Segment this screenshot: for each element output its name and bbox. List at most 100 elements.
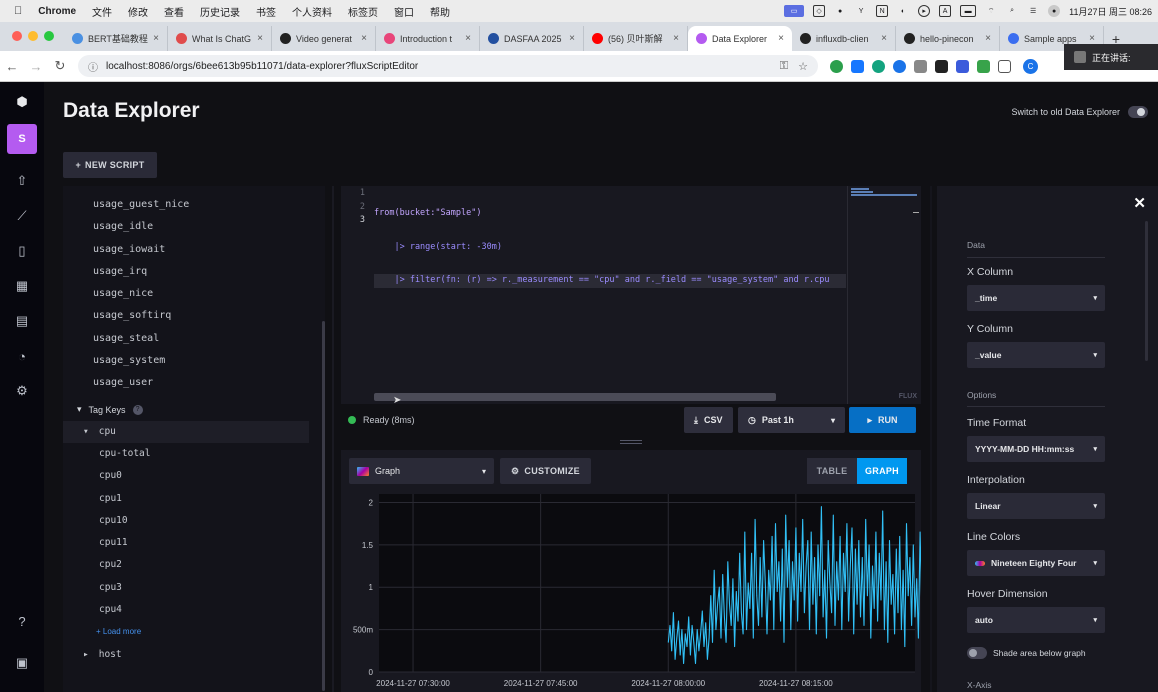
menu-history[interactable]: 历史记录 <box>192 4 248 19</box>
tab-close-icon[interactable]: × <box>985 33 991 44</box>
field-item[interactable]: usage_nice <box>63 283 325 305</box>
code-line-2[interactable]: |> range(start: -30m) <box>374 241 846 255</box>
search-icon[interactable]: ⌕ <box>1006 5 1018 17</box>
browser-tab[interactable]: DASFAA 2025 × <box>480 26 584 51</box>
dashboard-icon[interactable]: ▦ <box>14 278 30 294</box>
field-item[interactable]: usage_system <box>63 350 325 372</box>
time-format-dropdown[interactable]: YYYY-MM-DD HH:mm:ss ▾ <box>967 436 1105 462</box>
line-colors-dropdown[interactable]: Nineteen Eighty Four ▾ <box>967 550 1105 576</box>
field-item[interactable]: usage_softirq <box>63 305 325 327</box>
tab-close-icon[interactable]: × <box>1089 33 1095 44</box>
browser-tab[interactable]: What Is ChatG × <box>168 26 272 51</box>
tag-value-item[interactable]: cpu-total <box>63 443 325 465</box>
tag-value-item[interactable]: cpu3 <box>63 577 325 599</box>
panel-divider[interactable] <box>326 186 340 692</box>
extension-shield-icon[interactable] <box>956 59 969 73</box>
battery-icon[interactable]: ▬ <box>960 5 977 17</box>
org-avatar[interactable]: S <box>7 124 37 154</box>
field-item[interactable]: usage_guest_nice <box>63 194 325 216</box>
table-view-button[interactable]: TABLE <box>807 458 857 484</box>
settings-scrollbar[interactable] <box>1145 221 1148 361</box>
field-item[interactable]: usage_idle <box>63 216 325 238</box>
csv-button[interactable]: ⤓ CSV <box>684 407 733 433</box>
time-range-dropdown[interactable]: ◷ Past 1h ▾ <box>738 407 845 433</box>
browser-tab[interactable]: Data Explorer × <box>688 26 792 51</box>
extension-mail-icon[interactable] <box>914 59 927 73</box>
browser-tab[interactable]: influxdb-clien × <box>792 26 896 51</box>
extension-clock-icon[interactable] <box>893 59 906 73</box>
graph-view-button[interactable]: GRAPH <box>857 458 907 484</box>
menu-tabs[interactable]: 标签页 <box>340 4 386 19</box>
browser-tab[interactable]: Introduction t × <box>376 26 480 51</box>
tag-value-item[interactable]: cpu4 <box>63 599 325 621</box>
notion-icon[interactable]: N <box>876 5 889 17</box>
url-text[interactable]: localhost:8086/orgs/6bee613b95b11071/dat… <box>106 61 418 72</box>
site-info-icon[interactable]: ⓘ <box>88 59 98 74</box>
tag-value-item[interactable]: cpu1 <box>63 488 325 510</box>
line-chart[interactable]: 0 500m 1 1.5 2 2024-11-27 07:30:00 2024-11-27 … <box>345 490 921 692</box>
menu-edit[interactable]: 修改 <box>120 4 156 19</box>
switch-toggle[interactable] <box>1128 106 1148 118</box>
menu-help[interactable]: 帮助 <box>422 4 458 19</box>
field-item[interactable]: usage_steal <box>63 328 325 350</box>
caret-down-icon[interactable]: ▾ <box>83 426 89 437</box>
browser-tab[interactable]: BERT基础教程 × <box>64 26 168 51</box>
cube-icon[interactable]: ◇ <box>813 5 826 17</box>
menu-bookmarks[interactable]: 书签 <box>248 4 284 19</box>
menu-file[interactable]: 文件 <box>84 4 120 19</box>
code-area[interactable]: from(bucket:"Sample") |> range(start: -3… <box>374 187 846 308</box>
calendar-icon[interactable]: ▤ <box>14 313 30 329</box>
browser-tab[interactable]: Video generat × <box>272 26 376 51</box>
tag-value-item[interactable]: cpu2 <box>63 554 325 576</box>
menu-window[interactable]: 窗口 <box>386 4 422 19</box>
bookmark-star-icon[interactable]: ☆ <box>798 60 808 73</box>
graph-type-dropdown[interactable]: Graph ▾ <box>349 458 494 484</box>
tab-close-icon[interactable]: × <box>465 33 471 44</box>
reload-icon[interactable]: ↻ <box>48 58 72 74</box>
code-line-3[interactable]: |> filter(fn: (r) => r._measurement == "… <box>374 274 846 288</box>
extension-grid-icon[interactable] <box>977 59 990 73</box>
tab-close-icon[interactable]: × <box>778 33 784 44</box>
maximize-window-button[interactable] <box>44 31 54 41</box>
help-icon[interactable]: ? <box>14 613 30 629</box>
extension-arrow-icon[interactable] <box>851 59 864 73</box>
menu-profiles[interactable]: 个人资料 <box>284 4 340 19</box>
new-script-button[interactable]: + NEW SCRIPT <box>63 152 157 178</box>
collapse-icon[interactable]: ▣ <box>14 655 30 671</box>
browser-tab[interactable]: hello-pinecon × <box>896 26 1000 51</box>
field-item[interactable]: usage_irq <box>63 261 325 283</box>
run-button[interactable]: ▸ RUN <box>849 407 916 433</box>
extensions-puzzle-icon[interactable] <box>998 59 1011 73</box>
extension-eye-icon[interactable] <box>935 59 948 73</box>
extension-grammar-icon[interactable] <box>872 59 885 73</box>
screen-share-icon[interactable]: ▭ <box>784 5 805 17</box>
tag-value-item[interactable]: cpu11 <box>63 532 325 554</box>
interpolation-dropdown[interactable]: Linear ▾ <box>967 493 1105 519</box>
book-icon[interactable]: ▯ <box>14 243 30 259</box>
key-icon[interactable]: ⚿ <box>780 60 788 73</box>
tab-close-icon[interactable]: × <box>673 33 679 44</box>
close-icon[interactable]: ✕ <box>1133 194 1146 212</box>
profile-avatar[interactable]: C <box>1023 58 1038 74</box>
forward-icon[interactable]: → <box>24 59 48 74</box>
shade-toggle[interactable] <box>967 647 987 659</box>
bell-icon[interactable]: ◔ <box>14 348 30 364</box>
y-column-dropdown[interactable]: _value ▾ <box>967 342 1105 368</box>
x-column-dropdown[interactable]: _time ▾ <box>967 285 1105 311</box>
tab-close-icon[interactable]: × <box>881 33 887 44</box>
tab-close-icon[interactable]: × <box>569 33 575 44</box>
influx-logo-icon[interactable]: ⬢ <box>14 94 30 110</box>
tab-close-icon[interactable]: × <box>361 33 367 44</box>
resize-handle[interactable] <box>620 440 642 444</box>
close-window-button[interactable] <box>12 31 22 41</box>
schema-scrollbar[interactable] <box>322 321 325 691</box>
tab-close-icon[interactable]: × <box>257 33 263 44</box>
caret-right-icon[interactable]: ▸ <box>83 649 89 660</box>
switch-old-explorer[interactable]: Switch to old Data Explorer <box>1011 106 1148 118</box>
url-bar[interactable]: ⓘ localhost:8086/orgs/6bee613b95b11071/d… <box>78 55 818 77</box>
editor-minimap[interactable] <box>847 186 921 404</box>
menu-app-name[interactable]: Chrome <box>30 6 84 17</box>
gear-icon[interactable]: ⚙ <box>14 383 30 399</box>
tag-value-item[interactable]: cpu10 <box>63 510 325 532</box>
help-icon[interactable]: ? <box>132 404 143 415</box>
